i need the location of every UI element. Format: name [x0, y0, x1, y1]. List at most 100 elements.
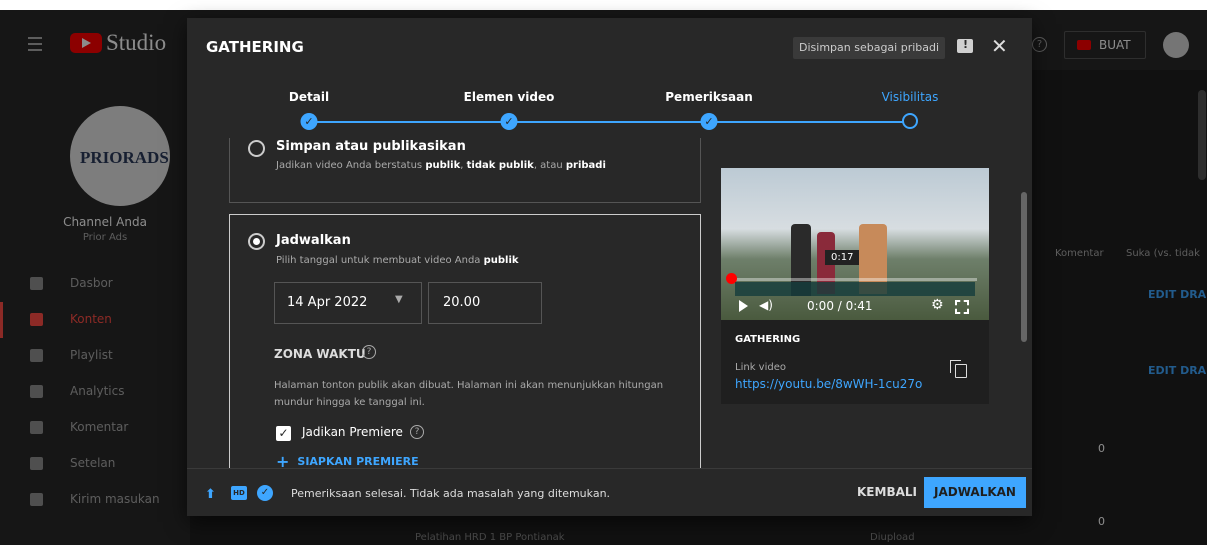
- hd-icon[interactable]: HD: [231, 486, 247, 500]
- save-publish-desc: Jadikan video Anda berstatus publik, tid…: [276, 160, 606, 171]
- settings-icon: [30, 457, 43, 470]
- saved-private-badge: Disimpan sebagai pribadi: [793, 37, 946, 59]
- video-player[interactable]: 0:17 ◀) 0:00 / 0:41 ⚙: [721, 168, 989, 320]
- page-scrollbar[interactable]: [1198, 90, 1206, 180]
- save-publish-title: Simpan atau publikasikan: [276, 139, 466, 154]
- schedule-button[interactable]: JADWALKAN: [924, 477, 1026, 508]
- comment-count: 0: [1098, 442, 1105, 455]
- chevron-down-icon: ▼: [395, 294, 403, 305]
- youtube-logo-icon[interactable]: [70, 33, 102, 53]
- create-button[interactable]: BUAT: [1064, 31, 1146, 59]
- play-icon[interactable]: [739, 300, 748, 312]
- video-banner: [735, 282, 975, 296]
- date-dropdown[interactable]: 14 Apr 2022 ▼: [274, 282, 422, 324]
- sidebar-item-label: Kirim masukan: [70, 492, 160, 506]
- dialog-footer: ⬆ HD ✓ Pemeriksaan selesai. Tidak ada ma…: [187, 468, 1032, 517]
- timezone-label: ZONA WAKTU: [274, 347, 366, 361]
- help-icon[interactable]: ?: [1032, 37, 1047, 52]
- sidebar-item-label: Playlist: [70, 348, 113, 362]
- sidebar-item-label: Komentar: [70, 420, 129, 434]
- analytics-icon: [30, 385, 43, 398]
- time-field[interactable]: 20.00: [428, 282, 542, 324]
- check-icon[interactable]: ✓: [700, 113, 718, 130]
- close-icon[interactable]: ✕: [991, 34, 1008, 58]
- sidebar-item-content[interactable]: Konten: [0, 302, 190, 338]
- sidebar-item-label: Analytics: [70, 384, 125, 398]
- setup-premiere-button[interactable]: + SIAPKAN PREMIERE: [276, 452, 419, 468]
- edit-draft-link[interactable]: EDIT DRA: [1148, 288, 1206, 301]
- channel-subtitle: Prior Ads: [82, 232, 128, 243]
- channel-title: Channel Anda: [63, 215, 147, 229]
- studio-label: Studio: [106, 30, 167, 55]
- check-status: Pemeriksaan selesai. Tidak ada masalah y…: [291, 487, 611, 500]
- sidebar-item-settings[interactable]: Setelan: [0, 446, 190, 482]
- copy-icon[interactable]: [950, 360, 967, 378]
- step-checks[interactable]: Pemeriksaan: [665, 90, 752, 104]
- sidebar-item-label: Konten: [70, 312, 112, 326]
- column-header-likes: Suka (vs. tidak: [1126, 248, 1200, 259]
- step-detail[interactable]: Detail: [289, 90, 329, 104]
- dialog-scrollbar[interactable]: [1021, 192, 1027, 342]
- sidebar-item-analytics[interactable]: Analytics: [0, 374, 190, 410]
- schedule-card[interactable]: Jadwalkan Pilih tanggal untuk membuat vi…: [229, 214, 701, 468]
- check-icon[interactable]: ✓: [257, 485, 273, 501]
- sidebar-item-comments[interactable]: Komentar: [0, 410, 190, 446]
- menu-icon[interactable]: [28, 37, 42, 51]
- check-icon[interactable]: ✓: [300, 113, 318, 130]
- premiere-checkbox[interactable]: ✓: [276, 426, 291, 441]
- upload-dialog: GATHERING Disimpan sebagai pribadi ✕ Det…: [187, 18, 1032, 516]
- dashboard-icon: [30, 277, 43, 290]
- upload-icon[interactable]: ⬆: [205, 487, 216, 502]
- save-publish-radio[interactable]: [248, 140, 265, 157]
- seek-bar[interactable]: [733, 278, 977, 281]
- video-row-status: Diupload: [870, 532, 915, 543]
- time-display: 0:00 / 0:41: [807, 299, 873, 313]
- video-link[interactable]: https://youtu.be/8wWH-1cu27o: [735, 377, 922, 391]
- sidebar: PRIORADS Channel Anda Prior Ads Dasbor K…: [0, 70, 190, 545]
- channel-logo-text: PRIORADS: [80, 148, 169, 167]
- stepper-line: [309, 121, 910, 123]
- comment-count: 0: [1098, 515, 1105, 528]
- schedule-title: Jadwalkan: [276, 233, 351, 248]
- date-value: 14 Apr 2022: [287, 295, 368, 310]
- premiere-label: Jadikan Premiere: [302, 425, 403, 439]
- playlist-icon: [30, 349, 43, 362]
- account-avatar[interactable]: [1163, 32, 1189, 58]
- video-link-label: Link video: [735, 362, 786, 373]
- plus-icon: +: [276, 452, 290, 468]
- stepper: Detail Elemen video Pemeriksaan Visibili…: [187, 78, 1032, 138]
- camera-icon: [1077, 40, 1091, 50]
- fullscreen-icon[interactable]: [955, 300, 969, 314]
- schedule-radio[interactable]: [248, 233, 265, 250]
- feedback-icon[interactable]: [957, 38, 973, 53]
- help-icon[interactable]: ?: [410, 425, 424, 439]
- step-visibility[interactable]: Visibilitas: [882, 90, 939, 104]
- video-preview-card: 0:17 ◀) 0:00 / 0:41 ⚙ GATHERING Link vid…: [721, 168, 989, 404]
- sidebar-item-label: Setelan: [70, 456, 116, 470]
- seek-tooltip: 0:17: [825, 250, 860, 265]
- feedback-icon: [30, 493, 43, 506]
- sidebar-item-playlist[interactable]: Playlist: [0, 338, 190, 374]
- sidebar-item-label: Dasbor: [70, 276, 113, 290]
- channel-avatar[interactable]: PRIORADS: [70, 106, 170, 206]
- video-row-title: Pelatihan HRD 1 BP Pontianak: [415, 532, 565, 543]
- create-label: BUAT: [1099, 38, 1131, 52]
- save-publish-card[interactable]: Simpan atau publikasikan Jadikan video A…: [229, 138, 701, 203]
- check-icon[interactable]: ✓: [500, 113, 518, 130]
- dialog-content: Simpan atau publikasikan Jadikan video A…: [187, 138, 1032, 468]
- help-icon[interactable]: ?: [362, 345, 376, 359]
- gear-icon[interactable]: ⚙: [931, 297, 944, 313]
- schedule-desc: Pilih tanggal untuk membuat video Anda p…: [276, 255, 519, 266]
- timezone-description: Halaman tonton publik akan dibuat. Halam…: [274, 380, 664, 408]
- edit-draft-link[interactable]: EDIT DRA: [1148, 364, 1206, 377]
- dialog-title: GATHERING: [206, 38, 304, 56]
- comment-icon: [30, 421, 43, 434]
- content-icon: [30, 313, 43, 326]
- step-video-elements[interactable]: Elemen video: [464, 90, 555, 104]
- volume-icon[interactable]: ◀): [759, 298, 773, 312]
- current-step-icon[interactable]: [902, 113, 918, 129]
- sidebar-item-dashboard[interactable]: Dasbor: [0, 266, 190, 302]
- back-button[interactable]: KEMBALI: [857, 485, 917, 499]
- column-header-comments: Komentar: [1055, 248, 1104, 259]
- sidebar-item-feedback[interactable]: Kirim masukan: [0, 482, 190, 518]
